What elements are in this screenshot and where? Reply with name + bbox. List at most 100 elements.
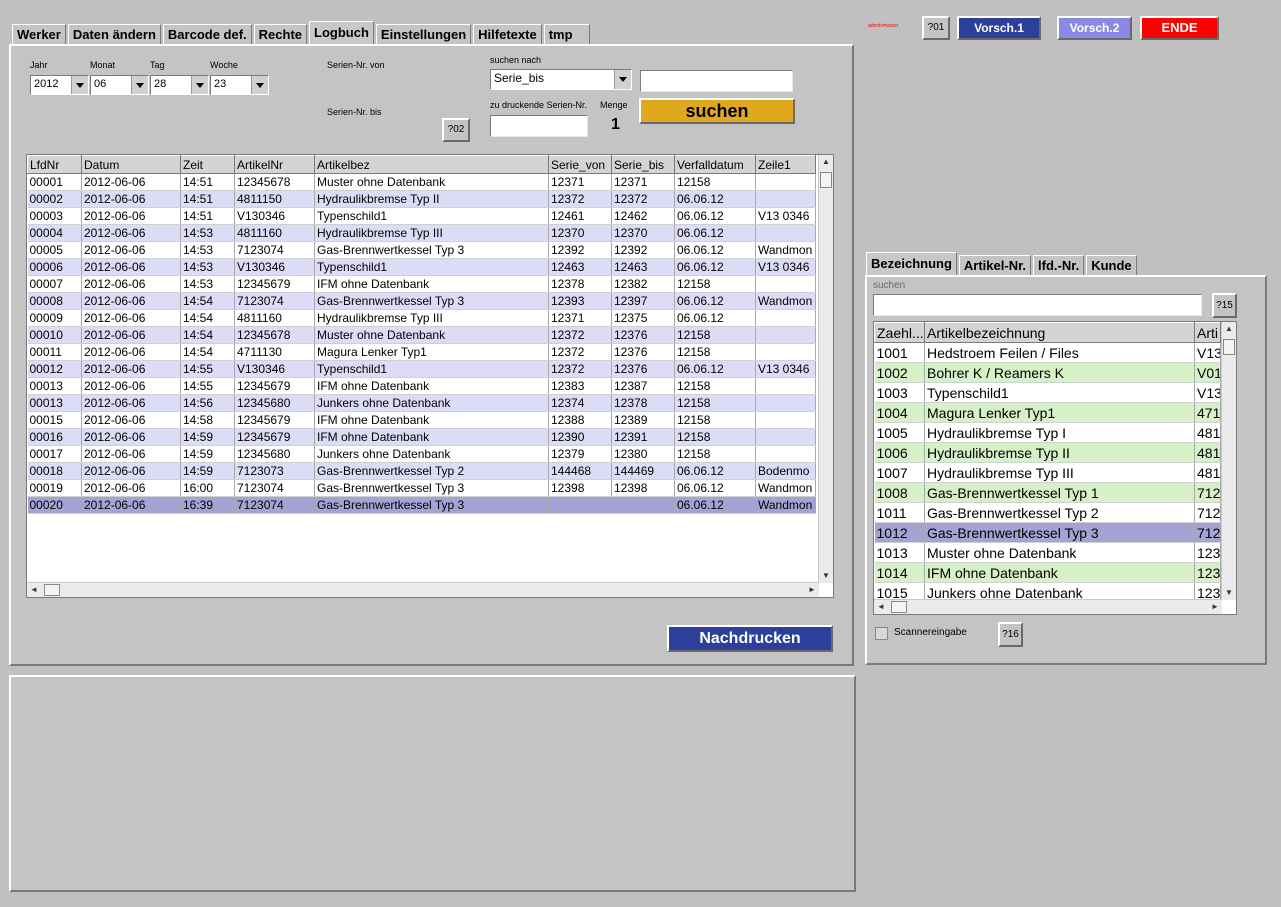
table-row[interactable]: 00019 2012-06-06 16:00 7123074 Gas-Brennwert… <box>27 479 816 497</box>
tab-bezeichnung[interactable]: Bezeichnung <box>866 252 957 276</box>
tab-barcode-def[interactable]: Barcode def. <box>162 24 252 45</box>
article-search-input[interactable] <box>873 294 1202 316</box>
table-row[interactable]: 00008 2012-06-06 14:54 7123074 Gas-Brennwert… <box>27 292 816 310</box>
scroll-left-icon[interactable]: ◄ <box>875 601 887 613</box>
table-row[interactable]: 1007 Hydraulikbremse Typ III 481 <box>874 462 1221 483</box>
table-row[interactable]: 00001 2012-06-06 14:51 12345678 Muster ohne … <box>27 173 816 191</box>
help-button-01[interactable]: ?01 <box>922 16 950 40</box>
chevron-down-icon[interactable] <box>131 76 148 94</box>
monat-select[interactable]: 06 <box>90 75 149 95</box>
column-header[interactable]: Arti <box>1194 322 1221 343</box>
scroll-up-icon[interactable]: ▲ <box>1223 323 1235 335</box>
table-row[interactable]: 1003 Typenschild1 V13 <box>874 382 1221 403</box>
log-table-grid: LfdNr Datum Zeit ArtikelNr Artikelbez Se… <box>27 155 816 514</box>
table-row[interactable]: 1014 IFM ohne Datenbank 123 <box>874 562 1221 583</box>
table-row[interactable]: 00016 2012-06-06 14:59 12345679 IFM ohne Dat… <box>27 428 816 446</box>
table-row[interactable]: 00007 2012-06-06 14:53 12345679 IFM ohne Dat… <box>27 275 816 293</box>
scroll-down-icon[interactable]: ▼ <box>820 570 832 582</box>
chevron-down-icon[interactable] <box>251 76 268 94</box>
table-row[interactable]: 00002 2012-06-06 14:51 4811150 Hydraulikbrem… <box>27 190 816 208</box>
column-header[interactable]: Zeile1 <box>755 155 816 174</box>
woche-select[interactable]: 23 <box>210 75 269 95</box>
column-header[interactable]: Zaehl... <box>874 322 925 343</box>
suchen-nach-select[interactable]: Serie_bis <box>490 69 632 90</box>
tab-hilfetexte[interactable]: Hilfetexte <box>473 24 542 45</box>
table-row[interactable]: 00013 2012-06-06 14:55 12345679 IFM ohne Dat… <box>27 377 816 395</box>
tag-select[interactable]: 28 <box>150 75 209 95</box>
jahr-select[interactable]: 2012 <box>30 75 89 95</box>
vorschau-2-button[interactable]: Vorsch.2 <box>1057 16 1132 40</box>
column-header[interactable]: Datum <box>81 155 181 174</box>
search-input[interactable] <box>640 70 793 92</box>
help-button-02[interactable]: ?02 <box>442 118 470 142</box>
table-row[interactable]: 1005 Hydraulikbremse Typ I 481 <box>874 422 1221 443</box>
table-cell: 12345680 <box>234 394 315 412</box>
tab-rechte[interactable]: Rechte <box>253 24 308 45</box>
ende-button[interactable]: ENDE <box>1140 16 1219 40</box>
scroll-thumb[interactable] <box>44 584 60 596</box>
column-header[interactable]: Zeit <box>180 155 235 174</box>
table-row[interactable]: 00013 2012-06-06 14:56 12345680 Junkers ohne… <box>27 394 816 412</box>
chevron-down-icon[interactable] <box>614 70 631 89</box>
table-row[interactable]: 00006 2012-06-06 14:53 V130346 Typenschild1 1… <box>27 258 816 276</box>
table-row[interactable]: 00003 2012-06-06 14:51 V130346 Typenschild1 1… <box>27 207 816 225</box>
zu-druckende-input[interactable] <box>490 115 588 137</box>
scroll-right-icon[interactable]: ► <box>1209 601 1221 613</box>
column-header[interactable]: Artikelbezeichnung <box>924 322 1195 343</box>
table-row[interactable]: 1011 Gas-Brennwertkessel Typ 2 712 <box>874 502 1221 523</box>
scroll-thumb[interactable] <box>820 172 832 188</box>
main-tabbar: Werker Daten ändern Barcode def. Rechte … <box>12 21 592 45</box>
scroll-thumb[interactable] <box>1223 339 1235 355</box>
column-header[interactable]: Verfalldatum <box>674 155 756 174</box>
scroll-down-icon[interactable]: ▼ <box>1223 587 1235 599</box>
table-row[interactable]: 1002 Bohrer K / Reamers K V01 <box>874 362 1221 383</box>
article-table[interactable]: Zaehl... Artikelbezeichnung Arti 1001 Hed… <box>873 321 1237 615</box>
table-row[interactable]: 00018 2012-06-06 14:59 7123073 Gas-Brennwert… <box>27 462 816 480</box>
chevron-down-icon[interactable] <box>71 76 88 94</box>
table-row[interactable]: 00015 2012-06-06 14:58 12345679 IFM ohne Dat… <box>27 411 816 429</box>
log-table-vscrollbar[interactable]: ▲ ▼ <box>818 155 833 583</box>
table-row[interactable]: 1012 Gas-Brennwertkessel Typ 3 712 <box>874 522 1221 543</box>
vorschau-1-button[interactable]: Vorsch.1 <box>957 16 1041 40</box>
column-header[interactable]: LfdNr <box>27 155 82 174</box>
table-row[interactable]: 00010 2012-06-06 14:54 12345678 Muster ohne … <box>27 326 816 344</box>
column-header[interactable]: Artikelbez <box>314 155 549 174</box>
log-table[interactable]: LfdNr Datum Zeit ArtikelNr Artikelbez Se… <box>26 154 834 598</box>
table-row[interactable]: 1001 Hedstroem Feilen / Files V13 <box>874 342 1221 363</box>
tab-einstellungen[interactable]: Einstellungen <box>375 24 472 45</box>
scannereingabe-checkbox[interactable] <box>875 627 888 640</box>
table-row[interactable]: 1008 Gas-Brennwertkessel Typ 1 712 <box>874 482 1221 503</box>
table-row[interactable]: 1006 Hydraulikbremse Typ II 481 <box>874 442 1221 463</box>
table-row[interactable]: 00005 2012-06-06 14:53 7123074 Gas-Brennwert… <box>27 241 816 259</box>
scroll-thumb[interactable] <box>891 601 907 613</box>
tab-daten-aendern[interactable]: Daten ändern <box>67 24 161 45</box>
tab-artikel-nr[interactable]: Artikel-Nr. <box>958 255 1032 276</box>
table-row[interactable]: 00017 2012-06-06 14:59 12345680 Junkers ohne… <box>27 445 816 463</box>
tab-kunde[interactable]: Kunde <box>1086 255 1137 276</box>
article-table-vscrollbar[interactable]: ▲ ▼ <box>1221 322 1236 600</box>
scroll-left-icon[interactable]: ◄ <box>28 584 40 596</box>
article-table-hscrollbar[interactable]: ◄ ► <box>874 599 1222 614</box>
table-row[interactable]: 1013 Muster ohne Datenbank 123 <box>874 542 1221 563</box>
tab-tmp[interactable]: tmp <box>543 24 590 45</box>
help-button-16[interactable]: ?16 <box>998 622 1023 647</box>
table-row[interactable]: 00004 2012-06-06 14:53 4811160 Hydraulikbrem… <box>27 224 816 242</box>
table-row[interactable]: 00012 2012-06-06 14:55 V130346 Typenschild1 1… <box>27 360 816 378</box>
tab-werker[interactable]: Werker <box>12 24 66 45</box>
column-header[interactable]: Serie_von <box>548 155 612 174</box>
chevron-down-icon[interactable] <box>191 76 208 94</box>
suchen-button[interactable]: suchen <box>639 98 795 124</box>
table-row[interactable]: 00009 2012-06-06 14:54 4811160 Hydraulikbrem… <box>27 309 816 327</box>
scroll-right-icon[interactable]: ► <box>806 584 818 596</box>
table-row[interactable]: 00011 2012-06-06 14:54 4711130 Magura Lenker… <box>27 343 816 361</box>
help-button-15[interactable]: ?15 <box>1212 293 1237 318</box>
scroll-up-icon[interactable]: ▲ <box>820 156 832 168</box>
tab-logbuch[interactable]: Logbuch <box>309 21 374 45</box>
tab-lfd-nr[interactable]: lfd.-Nr. <box>1033 255 1085 276</box>
table-row[interactable]: 1004 Magura Lenker Typ1 471 <box>874 402 1221 423</box>
column-header[interactable]: ArtikelNr <box>234 155 315 174</box>
column-header[interactable]: Serie_bis <box>611 155 675 174</box>
log-table-hscrollbar[interactable]: ◄ ► <box>27 582 819 597</box>
nachdrucken-button[interactable]: Nachdrucken <box>667 625 833 652</box>
table-row[interactable]: 00020 2012-06-06 16:39 7123074 Gas-Brennwert… <box>27 496 816 514</box>
